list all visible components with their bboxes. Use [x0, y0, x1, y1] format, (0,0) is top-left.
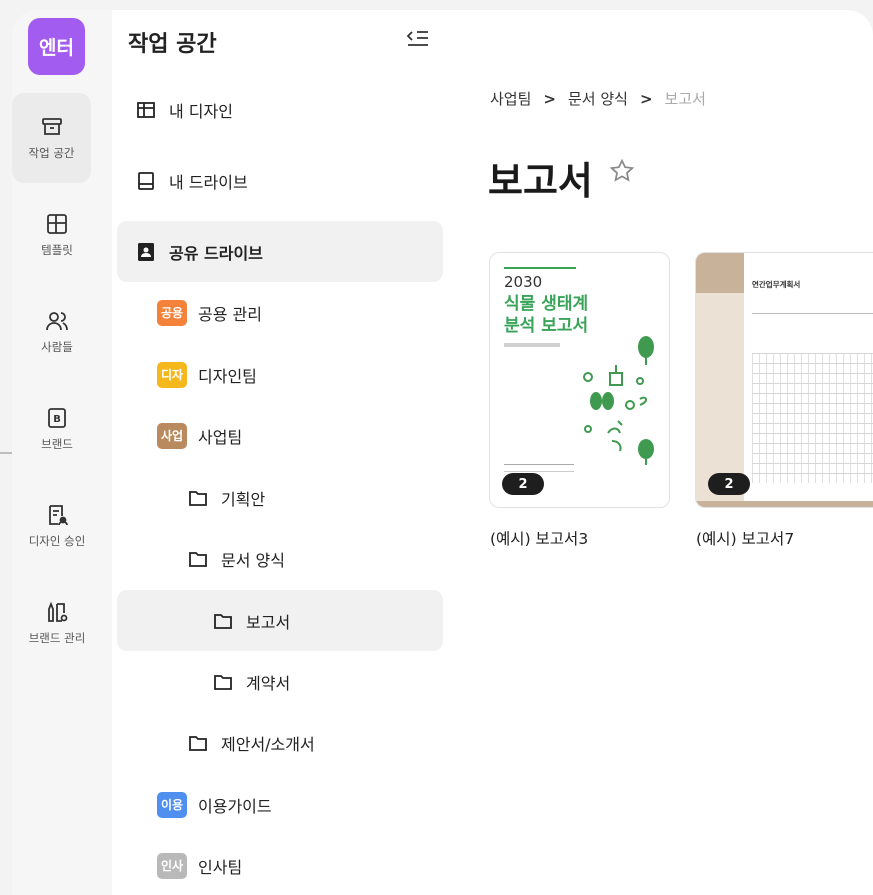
team-badge: 사업 [157, 422, 187, 449]
brand-manage-icon [48, 601, 68, 622]
thumb-corner-block [696, 253, 744, 293]
team-badge: 공용 [157, 299, 187, 326]
nav-label: 제안서/소개서 [221, 734, 315, 754]
nav-label: 내 드라이브 [169, 172, 248, 192]
nav-folder-plans[interactable]: 기획안 [117, 467, 443, 528]
collapse-sidebar-icon[interactable] [405, 26, 431, 52]
rail-item-templates[interactable]: 템플릿 [12, 190, 102, 280]
archive-icon [41, 118, 62, 135]
panel-title: 작업 공간 [128, 32, 217, 57]
breadcrumb-separator: > [543, 89, 556, 108]
nav-label: 내 디자인 [169, 101, 233, 121]
team-badge: 디자 [157, 361, 187, 388]
breadcrumb-separator: > [639, 89, 653, 108]
grid-icon [137, 101, 155, 118]
thumb-footer-line [504, 464, 574, 465]
nav-label: 보고서 [246, 612, 291, 632]
brand-icon: B [48, 408, 66, 428]
app-logo[interactable]: 엔터 [28, 18, 85, 75]
page-count-badge: 2 [708, 473, 750, 495]
thumb-year: 2030 [504, 273, 543, 291]
thumb-subline [504, 343, 560, 347]
rail-item-workspace[interactable]: 작업 공간 [12, 93, 91, 183]
nav-shared-drive[interactable]: 공유 드라이브 [117, 221, 443, 282]
plant-illustration-icon [583, 336, 654, 465]
card-title[interactable]: (예시) 보고서7 [696, 527, 794, 549]
thumb-heading: 연간업무계획서 [752, 280, 801, 289]
star-icon[interactable] [609, 158, 635, 184]
folder-icon [189, 735, 207, 751]
page-count-badge: 2 [502, 473, 544, 495]
folder-icon [214, 613, 232, 629]
breadcrumb: 사업팀 > 문서 양식 > 보고서 [490, 88, 706, 109]
design-card[interactable]: 2030 식물 생태계 분석 보고서 2 [489, 252, 670, 508]
nav-label: 공용 관리 [198, 304, 262, 324]
nav-my-designs[interactable]: 내 디자인 [117, 79, 443, 140]
rail-item-label: 디자인 승인 [28, 534, 86, 548]
folder-icon [189, 490, 207, 506]
layout-icon [47, 214, 67, 234]
nav-label: 계약서 [246, 673, 291, 693]
nav-team-hr[interactable]: 인사 인사팀 [117, 835, 443, 895]
rail-item-label: 템플릿 [41, 243, 73, 257]
folder-icon [189, 551, 207, 567]
window-edge [0, 452, 12, 454]
nav-folder-reports[interactable]: 보고서 [117, 590, 443, 651]
nav-label: 문서 양식 [221, 550, 285, 570]
shared-drive-icon [138, 242, 154, 261]
thumb-line [752, 313, 873, 314]
nav-label: 인사팀 [198, 857, 243, 877]
thumb-footer-line [504, 471, 574, 472]
nav-label: 공유 드라이브 [169, 243, 263, 263]
nav-label: 디자인팀 [198, 366, 257, 386]
nav-team-guide[interactable]: 이용 이용가이드 [117, 774, 443, 835]
drive-icon [138, 171, 154, 190]
team-badge: 이용 [157, 791, 187, 818]
nav-label: 이용가이드 [198, 796, 272, 816]
rail-item-brand-manage[interactable]: 브랜드 관리 [12, 578, 102, 668]
thumb-grid [752, 353, 873, 483]
nav-team-design[interactable]: 디자 디자인팀 [117, 344, 443, 405]
thumb-footer-band [696, 501, 873, 507]
nav-label: 기획안 [221, 489, 266, 509]
breadcrumb-item[interactable]: 문서 양식 [568, 88, 628, 109]
nav-my-drive[interactable]: 내 드라이브 [117, 150, 443, 211]
nav-folder-contracts[interactable]: 계약서 [117, 651, 443, 712]
rail-item-label: 작업 공간 [28, 146, 75, 160]
rail-item-label: 브랜드 관리 [28, 631, 86, 645]
page-title: 보고서 [488, 159, 593, 203]
rail-item-people[interactable]: 사람들 [12, 287, 102, 377]
thumb-title-line: 식물 생태계 [504, 294, 589, 314]
approval-icon [49, 505, 68, 526]
card-title[interactable]: (예시) 보고서3 [490, 527, 588, 549]
rail-item-label: 사람들 [41, 340, 73, 354]
people-icon [46, 312, 68, 331]
breadcrumb-item[interactable]: 사업팀 [490, 88, 531, 109]
rail-item-design-approval[interactable]: 디자인 승인 [12, 481, 102, 571]
rail-item-label: 브랜드 [41, 437, 73, 451]
nav-team-business[interactable]: 사업 사업팀 [117, 405, 443, 466]
breadcrumb-current: 보고서 [664, 90, 706, 108]
app-frame: 엔터 작업 공간 템플릿 사람들 B 브랜드 디자인 승인 브랜드 관리 작업 … [12, 10, 873, 895]
thumb-rule [504, 267, 576, 269]
team-badge: 인사 [157, 852, 187, 879]
svg-text:B: B [53, 414, 61, 425]
nav-folder-proposals[interactable]: 제안서/소개서 [117, 712, 443, 773]
rail-item-brand[interactable]: B 브랜드 [12, 384, 102, 474]
nav-label: 사업팀 [198, 427, 243, 447]
folder-icon [214, 674, 232, 690]
design-card[interactable]: 연간업무계획서 2 [695, 252, 873, 508]
nav-folder-doc-forms[interactable]: 문서 양식 [117, 528, 443, 589]
nav-team-common[interactable]: 공용 공용 관리 [117, 282, 443, 343]
